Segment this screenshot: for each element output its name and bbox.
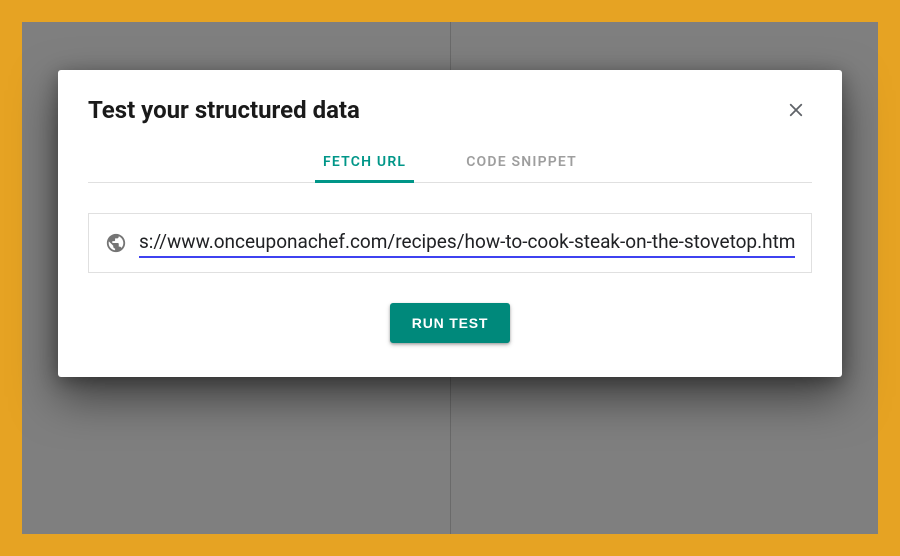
globe-icon (105, 232, 127, 254)
tab-code-snippet[interactable]: CODE SNIPPET (460, 144, 583, 182)
url-input[interactable] (139, 228, 795, 258)
modal-header: Test your structured data (88, 94, 812, 126)
close-icon (787, 101, 805, 119)
tab-fetch-url[interactable]: FETCH URL (317, 144, 412, 182)
modal-actions: RUN TEST (88, 303, 812, 343)
run-test-button[interactable]: RUN TEST (390, 303, 510, 343)
url-input-section (88, 213, 812, 273)
modal-title: Test your structured data (88, 96, 360, 124)
structured-data-test-modal: Test your structured data FETCH URL CODE… (58, 70, 842, 377)
close-button[interactable] (780, 94, 812, 126)
page-backdrop: Test your structured data FETCH URL CODE… (22, 22, 878, 534)
url-input-wrap (88, 213, 812, 273)
tab-bar: FETCH URL CODE SNIPPET (88, 144, 812, 183)
